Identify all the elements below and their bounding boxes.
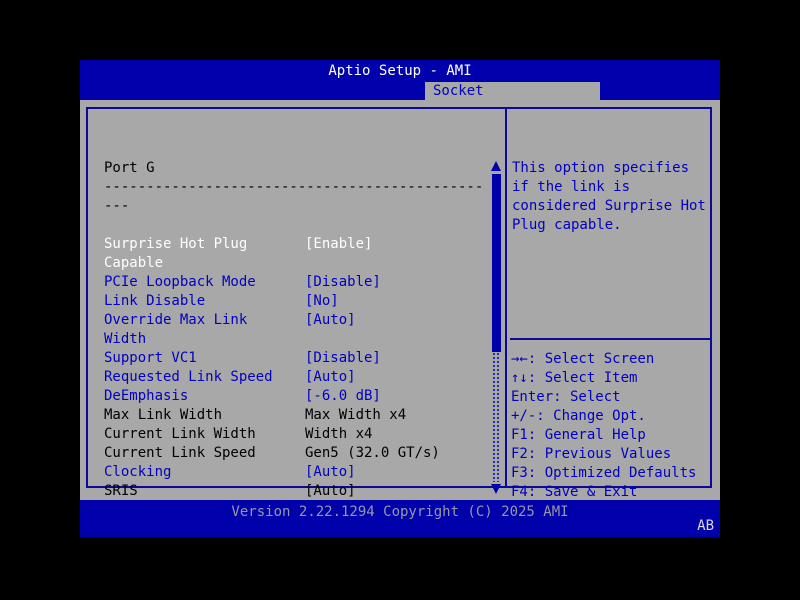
- help-line: if the link is: [512, 179, 631, 195]
- hotkey-line: F1: General Help: [511, 427, 646, 443]
- option-label: Override Max Link: [104, 312, 248, 328]
- build-badge: AB: [697, 518, 714, 534]
- option-value: Max Width x4: [305, 407, 407, 423]
- version-text: Version 2.22.1294 Copyright (C) 2025 AMI: [231, 504, 569, 520]
- hotkey-line: ↑↓: Select Item: [511, 370, 638, 386]
- option-label: Current Link Speed: [104, 445, 256, 461]
- option-row[interactable]: Support VC1 [Disable]: [104, 349, 490, 368]
- title-bar: Aptio Setup - AMI: [80, 60, 720, 82]
- bios-screen: { "title_bar": { "title": "Aptio Setup -…: [0, 0, 800, 600]
- option-value: Gen5 (32.0 GT/s): [305, 445, 440, 461]
- separator-line: ----------------------------------------…: [104, 179, 484, 195]
- option-row[interactable]: Override Max Link [Auto]: [104, 311, 490, 330]
- option-label: SRIS: [104, 483, 138, 499]
- hotkey-line: F2: Previous Values: [511, 446, 672, 462]
- option-row[interactable]: Requested Link Speed [Auto]: [104, 368, 490, 387]
- option-row: SRIS [Auto]: [104, 482, 490, 501]
- option-row[interactable]: Width: [104, 330, 490, 349]
- option-label: Capable: [104, 255, 164, 271]
- option-label: Current Link Width: [104, 426, 256, 442]
- hotkey-line: F3: Optimized Defaults: [511, 465, 697, 481]
- option-label: Support VC1: [104, 350, 197, 366]
- hotkey-line: +/-: Change Opt.: [511, 408, 646, 424]
- option-value: [Auto]: [305, 483, 356, 499]
- help-line: This option specifies: [512, 160, 690, 176]
- option-label: DeEmphasis: [104, 388, 189, 404]
- option-row[interactable]: Clocking [Auto]: [104, 463, 490, 482]
- vertical-divider: [505, 107, 507, 488]
- option-row[interactable]: PCIe Loopback Mode [Disable]: [104, 273, 490, 292]
- section-heading: Port G: [104, 160, 155, 176]
- scroll-up-icon[interactable]: [491, 161, 501, 171]
- option-value: [Auto]: [305, 369, 356, 385]
- option-row: Current Link Speed Gen5 (32.0 GT/s): [104, 444, 490, 463]
- option-row[interactable]: Surprise Hot Plug [Enable]: [104, 235, 490, 254]
- option-label: Link Disable: [104, 293, 206, 309]
- tab-socket-configuration[interactable]: Socket Configuration: [425, 82, 600, 117]
- scroll-down-icon[interactable]: [491, 484, 501, 494]
- main-panel: Port G ---------------------------------…: [80, 100, 720, 519]
- tab-row: Socket Configuration: [80, 82, 720, 117]
- help-line: considered Surprise Hot: [512, 198, 706, 214]
- separator-line: ---: [104, 198, 130, 214]
- option-row: Max Link Width Max Width x4: [104, 406, 490, 425]
- help-line: Plug capable.: [512, 217, 622, 233]
- option-value: [No]: [305, 293, 339, 309]
- option-row: Current Link Width Width x4: [104, 425, 490, 444]
- option-value: [Enable]: [305, 236, 373, 252]
- option-value: [Disable]: [305, 350, 381, 366]
- footer-bar: Version 2.22.1294 Copyright (C) 2025 AMI…: [80, 500, 720, 537]
- option-row[interactable]: DeEmphasis [-6.0 dB]: [104, 387, 490, 406]
- option-value: [Auto]: [305, 312, 356, 328]
- option-value: [-6.0 dB]: [305, 388, 381, 404]
- option-row[interactable]: Link Disable [No]: [104, 292, 490, 311]
- app-title: Aptio Setup - AMI: [328, 63, 472, 79]
- setup-screen: Aptio Setup - AMI Socket Configuration P…: [80, 60, 720, 537]
- scrollbar-track[interactable]: [492, 352, 501, 482]
- scrollbar-thumb[interactable]: [492, 174, 501, 352]
- option-label: Max Link Width: [104, 407, 223, 423]
- option-label: Width: [104, 331, 147, 347]
- option-value: [Auto]: [305, 464, 356, 480]
- hotkey-line: Enter: Select: [511, 389, 621, 405]
- option-value: [Disable]: [305, 274, 381, 290]
- horizontal-divider: [510, 338, 710, 340]
- option-label: Surprise Hot Plug: [104, 236, 248, 252]
- option-label: PCIe Loopback Mode: [104, 274, 256, 290]
- option-label: Requested Link Speed: [104, 369, 273, 385]
- option-value: Width x4: [305, 426, 373, 442]
- option-label: Clocking: [104, 464, 172, 480]
- hotkey-line: →←: Select Screen: [511, 351, 655, 367]
- option-row[interactable]: Capable: [104, 254, 490, 273]
